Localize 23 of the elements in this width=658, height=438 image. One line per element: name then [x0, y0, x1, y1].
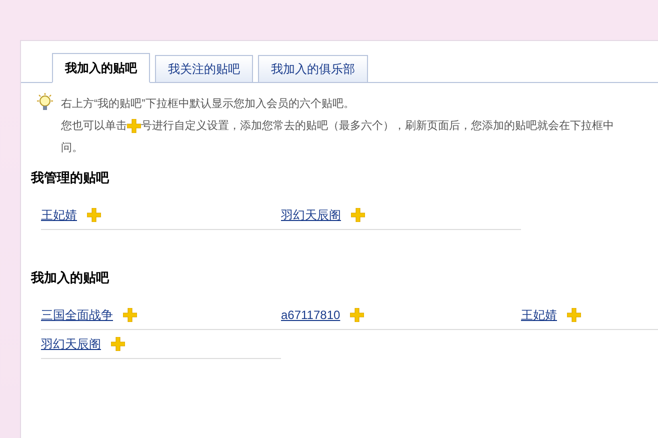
tab[interactable]: 我加入的俱乐部	[258, 55, 368, 82]
plus-icon[interactable]	[350, 308, 364, 322]
forum-link[interactable]: 三国全面战争	[41, 306, 113, 324]
plus-icon[interactable]	[351, 208, 365, 222]
section-title: 我管理的贴吧	[30, 170, 110, 188]
tip-text: 号进行自定义设置，添加您常去的贴吧（最多六个），刷新页面后，您添加的贴吧就会在下拉框中	[141, 118, 614, 134]
plus-icon[interactable]	[123, 308, 137, 322]
tip-text: 问。	[61, 141, 84, 156]
plus-icon[interactable]	[127, 119, 141, 133]
forum-link[interactable]: 王妃婧	[521, 306, 557, 324]
forum-link[interactable]: 羽幻天辰阁	[281, 206, 341, 224]
lightbulb-icon	[35, 93, 55, 113]
forum-link[interactable]: 王妃婧	[41, 206, 77, 224]
tab[interactable]: 我加入的贴吧	[52, 53, 150, 83]
plus-icon[interactable]	[111, 336, 125, 350]
tip-text: 您也可以单击	[61, 119, 127, 134]
forum-link[interactable]: 羽幻天辰阁	[41, 334, 101, 352]
plus-icon[interactable]	[87, 208, 101, 222]
tip-text: 右上方“我的贴吧”下拉框中默认显示您加入会员的六个贴吧。	[61, 96, 356, 112]
plus-icon[interactable]	[567, 308, 581, 322]
forum-link[interactable]: a67117810	[281, 306, 340, 324]
tab[interactable]: 我关注的贴吧	[155, 55, 253, 82]
section-title: 我加入的贴吧	[30, 270, 110, 288]
